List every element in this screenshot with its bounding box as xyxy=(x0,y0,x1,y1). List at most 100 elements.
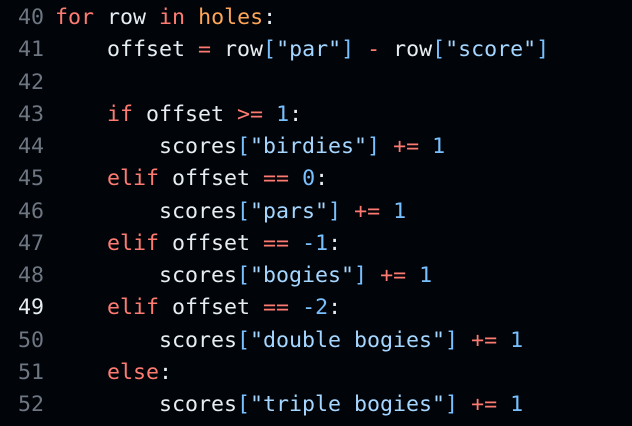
token-pl: row xyxy=(211,37,264,63)
token-str: "par" xyxy=(276,37,342,63)
token-pl: : xyxy=(289,101,303,127)
token-op: += xyxy=(471,327,498,353)
token-kw: else xyxy=(107,359,160,385)
token-op: == xyxy=(263,166,290,192)
token-kw: in xyxy=(159,5,186,30)
token-pl: : xyxy=(315,166,329,192)
token-br: [ xyxy=(237,198,251,224)
code-text: for row in holes: xyxy=(55,2,276,34)
code-text: elif offset == -1: xyxy=(107,228,341,260)
line-number: 51 xyxy=(17,359,44,385)
token-br: ] xyxy=(328,198,342,224)
token-str: "double bogies" xyxy=(250,327,446,353)
token-pl: : xyxy=(328,295,342,321)
token-pl: : xyxy=(263,5,277,30)
code-text: scores["double bogies"] += 1 xyxy=(159,325,523,357)
code-text: elif offset == 0: xyxy=(107,163,328,195)
line-number: 49 xyxy=(17,295,44,321)
token-op: += xyxy=(354,198,381,224)
token-br: ] xyxy=(445,327,459,353)
token-br: [ xyxy=(237,263,251,288)
code-text: scores["pars"] += 1 xyxy=(159,196,406,228)
token-num: -1 xyxy=(302,230,329,256)
token-str: "score" xyxy=(445,37,537,63)
token-br: ] xyxy=(445,392,459,417)
token-str: "bogies" xyxy=(250,263,355,288)
code-editor[interactable]: 40 for row in holes: 41 offset = row["par"]… xyxy=(0,0,632,426)
line-number: 47 xyxy=(17,230,44,256)
token-num: 1 xyxy=(393,198,407,224)
line-number: 46 xyxy=(17,198,44,224)
code-text: scores["bogies"] += 1 xyxy=(159,260,432,292)
code-text: elif offset == -2: xyxy=(107,292,341,324)
token-pl: offset xyxy=(159,230,264,256)
code-text: if offset >= 1: xyxy=(107,99,302,131)
token-str: "birdies" xyxy=(250,134,368,159)
line-number: 50 xyxy=(17,327,44,353)
code-text: offset = row["par"] - row["score"] xyxy=(107,34,549,66)
code-text: scores["birdies"] += 1 xyxy=(159,131,445,163)
token-br: ] xyxy=(341,37,355,63)
token-br: ] xyxy=(354,263,368,288)
token-num: 1 xyxy=(432,134,446,159)
code-text: else: xyxy=(107,357,172,389)
token-str: "pars" xyxy=(250,198,329,224)
token-kw: elif xyxy=(107,166,160,192)
token-fn: holes xyxy=(198,5,264,30)
token-kw: elif xyxy=(107,230,160,256)
token-br: [ xyxy=(237,327,251,353)
line-number: 41 xyxy=(17,37,44,63)
token-br: [ xyxy=(432,37,446,63)
token-pl: offset xyxy=(107,37,199,63)
token-br: ] xyxy=(367,134,381,159)
token-kw: if xyxy=(107,101,134,127)
line-number: 44 xyxy=(17,134,44,159)
token-pl: scores xyxy=(159,392,238,417)
token-op: += xyxy=(471,392,498,417)
token-op: += xyxy=(393,134,420,159)
token-pl: scores xyxy=(159,327,238,353)
line-number: 43 xyxy=(17,101,44,127)
line-number: 40 xyxy=(17,5,44,30)
token-num: 0 xyxy=(302,166,316,192)
token-op: == xyxy=(263,230,290,256)
token-num: 1 xyxy=(510,392,524,417)
token-br: [ xyxy=(263,37,277,63)
token-op: >= xyxy=(237,101,264,127)
token-pl: row xyxy=(94,5,160,30)
line-number: 42 xyxy=(17,69,44,95)
token-op: == xyxy=(263,295,290,321)
token-pl: : xyxy=(328,230,342,256)
token-pl: scores xyxy=(159,263,238,288)
token-br: [ xyxy=(237,134,251,159)
token-num: 1 xyxy=(419,263,433,288)
token-num: -2 xyxy=(302,295,329,321)
token-pl: offset xyxy=(159,295,264,321)
token-pl: offset xyxy=(159,166,264,192)
token-op: += xyxy=(380,263,407,288)
token-pl: offset xyxy=(133,101,238,127)
token-pl: scores xyxy=(159,134,238,159)
line-number: 45 xyxy=(17,166,44,192)
token-pl: : xyxy=(159,359,173,385)
token-num: 1 xyxy=(276,101,290,127)
token-num: 1 xyxy=(510,327,524,353)
token-br: [ xyxy=(237,392,251,417)
token-pl: row xyxy=(380,37,433,63)
token-str: "triple bogies" xyxy=(250,392,446,417)
token-kw: for xyxy=(55,5,95,30)
token-pl: scores xyxy=(159,198,238,224)
